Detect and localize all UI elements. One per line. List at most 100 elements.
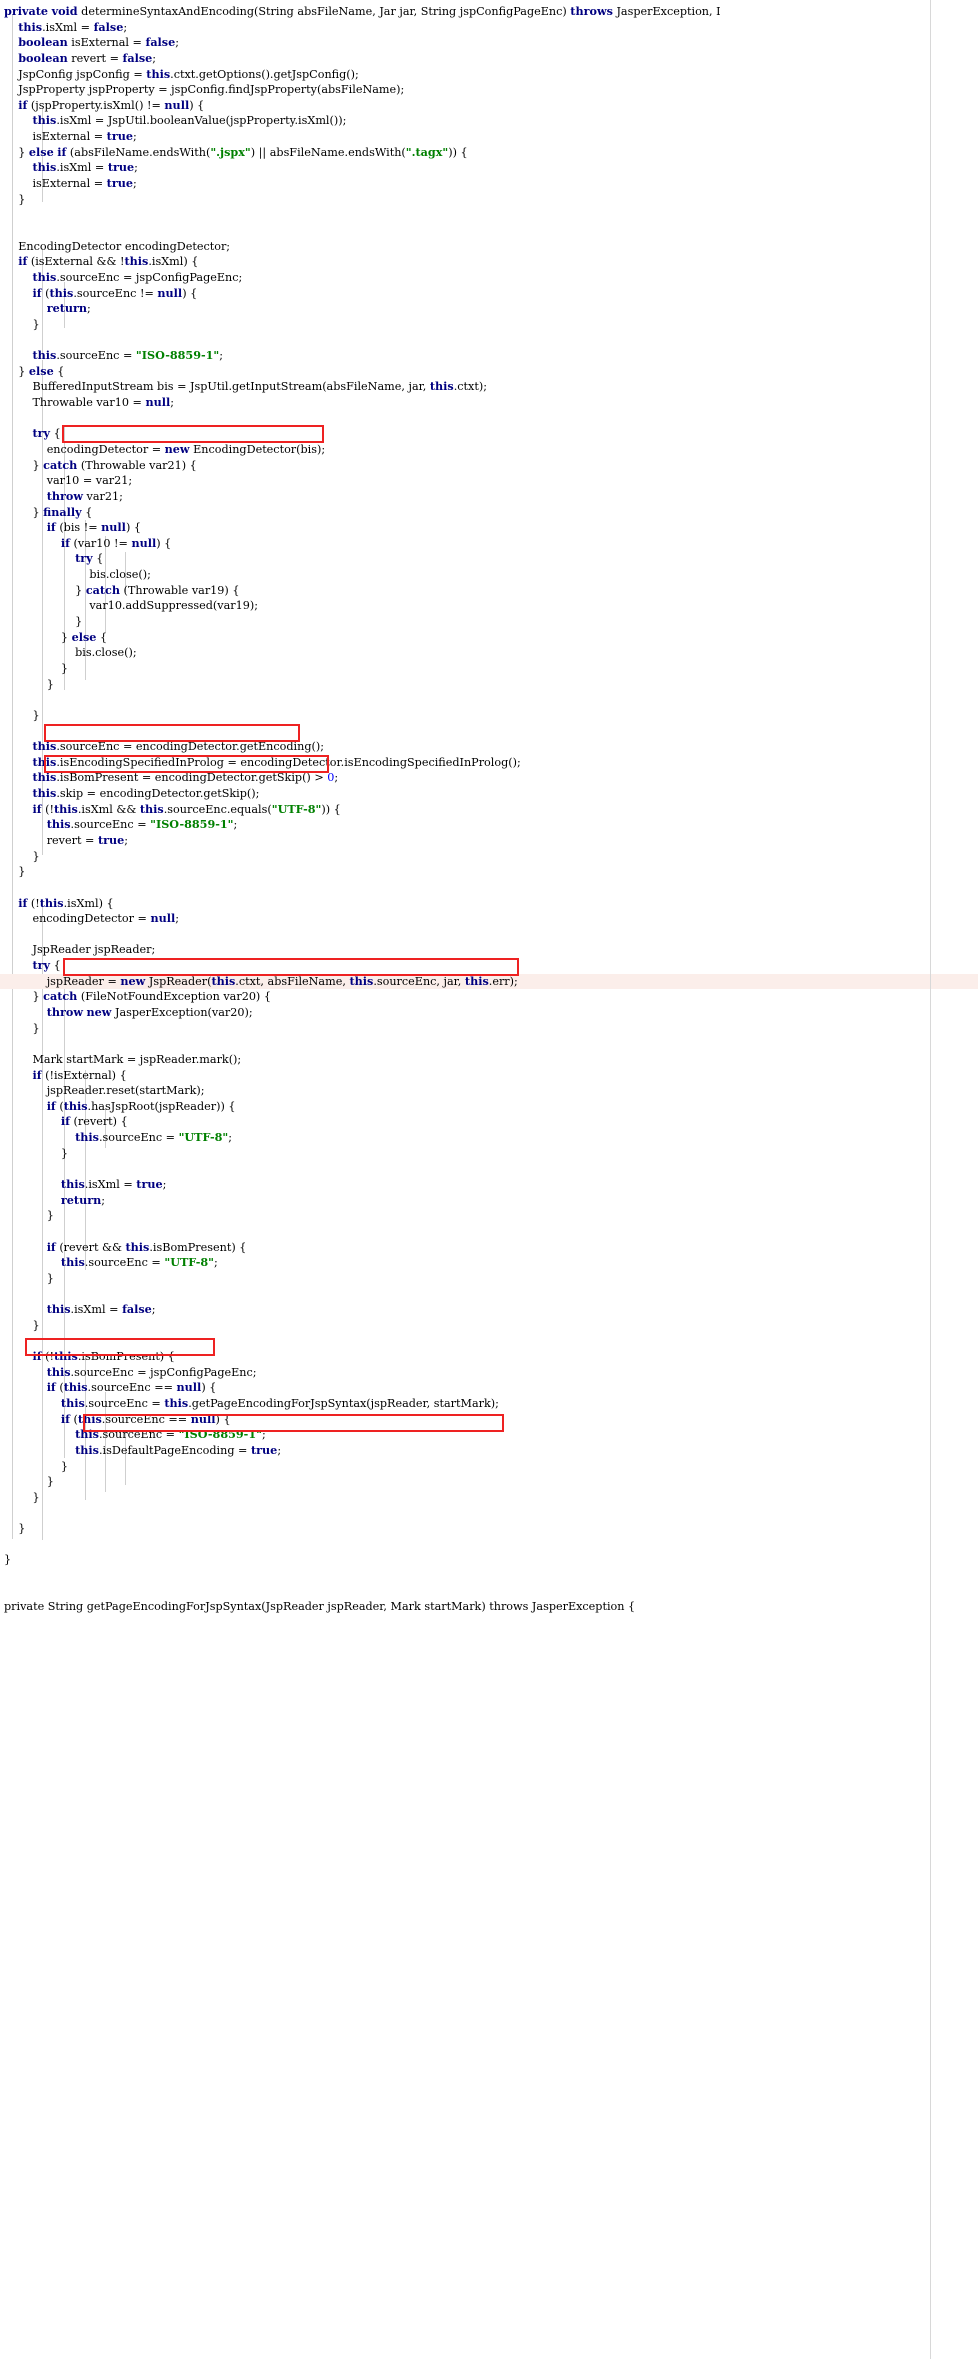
code-line[interactable] — [0, 1224, 978, 1240]
code-line[interactable]: this.sourceEnc = "UTF-8"; — [0, 1255, 978, 1271]
code-line[interactable]: if (!this.isXml && this.sourceEnc.equals… — [0, 802, 978, 818]
code-line[interactable] — [0, 1036, 978, 1052]
code-line[interactable] — [0, 207, 978, 223]
code-line[interactable] — [0, 1584, 978, 1600]
code-line[interactable]: encodingDetector = new EncodingDetector(… — [0, 442, 978, 458]
code-line[interactable]: } catch (FileNotFoundException var20) { — [0, 989, 978, 1005]
code-line[interactable]: try { — [0, 958, 978, 974]
code-line[interactable]: if (revert && this.isBomPresent) { — [0, 1240, 978, 1256]
code-line[interactable]: if (this.sourceEnc == null) { — [0, 1412, 978, 1428]
code-line[interactable]: } finally { — [0, 505, 978, 521]
code-line[interactable]: } else if (absFileName.endsWith(".jspx")… — [0, 145, 978, 161]
code-line[interactable]: JspProperty jspProperty = jspConfig.find… — [0, 82, 978, 98]
code-line[interactable]: bis.close(); — [0, 567, 978, 583]
code-block[interactable]: private void determineSyntaxAndEncoding(… — [0, 0, 978, 1615]
code-line[interactable]: } — [0, 1021, 978, 1037]
code-line[interactable]: } — [0, 614, 978, 630]
code-line[interactable]: try { — [0, 551, 978, 567]
code-line[interactable]: if (var10 != null) { — [0, 536, 978, 552]
code-line[interactable] — [0, 692, 978, 708]
code-line[interactable]: } — [0, 849, 978, 865]
code-line[interactable]: if (isExternal && !this.isXml) { — [0, 254, 978, 270]
code-line[interactable]: this.sourceEnc = "ISO-8859-1"; — [0, 348, 978, 364]
code-line[interactable] — [0, 1287, 978, 1303]
code-line[interactable]: JspConfig jspConfig = this.ctxt.getOptio… — [0, 67, 978, 83]
code-line[interactable]: if (!this.isXml) { — [0, 896, 978, 912]
code-line[interactable]: } — [0, 1474, 978, 1490]
code-line[interactable]: } — [0, 1271, 978, 1287]
code-line[interactable] — [0, 223, 978, 239]
code-line[interactable] — [0, 1506, 978, 1522]
code-line[interactable]: this.sourceEnc = "UTF-8"; — [0, 1130, 978, 1146]
code-line[interactable]: if (this.hasJspRoot(jspReader)) { — [0, 1099, 978, 1115]
code-line[interactable]: } — [0, 1208, 978, 1224]
code-line[interactable]: this.sourceEnc = encodingDetector.getEnc… — [0, 739, 978, 755]
code-line[interactable]: } catch (Throwable var19) { — [0, 583, 978, 599]
code-line[interactable]: this.sourceEnc = "ISO-8859-1"; — [0, 1427, 978, 1443]
code-line[interactable]: } — [0, 1490, 978, 1506]
code-line[interactable]: this.isXml = JspUtil.booleanValue(jspPro… — [0, 113, 978, 129]
code-line[interactable]: var10 = var21; — [0, 473, 978, 489]
code-line[interactable]: if (!isExternal) { — [0, 1068, 978, 1084]
code-line[interactable] — [0, 1537, 978, 1553]
code-line[interactable]: this.sourceEnc = "ISO-8859-1"; — [0, 817, 978, 833]
code-line[interactable]: throw var21; — [0, 489, 978, 505]
code-line[interactable]: this.isXml = false; — [0, 1302, 978, 1318]
code-line[interactable] — [0, 1568, 978, 1584]
code-line[interactable]: if (this.sourceEnc != null) { — [0, 286, 978, 302]
code-line[interactable]: private String getPageEncodingForJspSynt… — [0, 1599, 978, 1615]
code-line[interactable]: if (jspProperty.isXml() != null) { — [0, 98, 978, 114]
code-line[interactable]: } catch (Throwable var21) { — [0, 458, 978, 474]
code-line[interactable]: this.isEncodingSpecifiedInProlog = encod… — [0, 755, 978, 771]
code-line[interactable]: if (bis != null) { — [0, 520, 978, 536]
code-line[interactable]: isExternal = true; — [0, 129, 978, 145]
code-line[interactable]: this.sourceEnc = jspConfigPageEnc; — [0, 1365, 978, 1381]
code-line[interactable]: isExternal = true; — [0, 176, 978, 192]
code-line[interactable]: BufferedInputStream bis = JspUtil.getInp… — [0, 379, 978, 395]
code-line[interactable]: } — [0, 1459, 978, 1475]
code-line[interactable]: } — [0, 1146, 978, 1162]
code-line[interactable]: return; — [0, 1193, 978, 1209]
code-line[interactable]: } — [0, 677, 978, 693]
code-line[interactable]: boolean isExternal = false; — [0, 35, 978, 51]
code-line[interactable] — [0, 332, 978, 348]
code-line[interactable] — [0, 411, 978, 427]
code-line[interactable]: } — [0, 864, 978, 880]
code-line[interactable]: jspReader.reset(startMark); — [0, 1083, 978, 1099]
code-line[interactable]: Mark startMark = jspReader.mark(); — [0, 1052, 978, 1068]
code-line[interactable]: } — [0, 192, 978, 208]
code-line[interactable]: this.sourceEnc = jspConfigPageEnc; — [0, 270, 978, 286]
code-line[interactable]: if (revert) { — [0, 1114, 978, 1130]
code-line[interactable]: jspReader = new JspReader(this.ctxt, abs… — [0, 973, 978, 990]
code-line[interactable] — [0, 927, 978, 943]
code-line[interactable]: JspReader jspReader; — [0, 942, 978, 958]
code-line[interactable]: this.isXml = true; — [0, 1177, 978, 1193]
code-line[interactable] — [0, 880, 978, 896]
code-line[interactable]: this.skip = encodingDetector.getSkip(); — [0, 786, 978, 802]
code-line[interactable]: boolean revert = false; — [0, 51, 978, 67]
code-line[interactable]: var10.addSuppressed(var19); — [0, 598, 978, 614]
code-line[interactable]: encodingDetector = null; — [0, 911, 978, 927]
code-line[interactable]: } else { — [0, 364, 978, 380]
code-line[interactable] — [0, 1333, 978, 1349]
code-line[interactable]: } — [0, 1318, 978, 1334]
code-line[interactable]: revert = true; — [0, 833, 978, 849]
code-line[interactable]: } — [0, 317, 978, 333]
code-line[interactable]: if (!this.isBomPresent) { — [0, 1349, 978, 1365]
code-line[interactable] — [0, 723, 978, 739]
code-line[interactable]: this.sourceEnc = this.getPageEncodingFor… — [0, 1396, 978, 1412]
code-line[interactable]: this.isXml = true; — [0, 160, 978, 176]
code-line[interactable]: } — [0, 661, 978, 677]
code-line[interactable]: try { — [0, 426, 978, 442]
code-line[interactable]: bis.close(); — [0, 645, 978, 661]
code-line[interactable]: return; — [0, 301, 978, 317]
code-line[interactable]: } — [0, 708, 978, 724]
code-line[interactable]: } — [0, 1552, 978, 1568]
code-line[interactable]: this.isDefaultPageEncoding = true; — [0, 1443, 978, 1459]
code-line[interactable] — [0, 1161, 978, 1177]
code-line[interactable]: this.isXml = false; — [0, 20, 978, 36]
code-line[interactable]: throw new JasperException(var20); — [0, 1005, 978, 1021]
code-line[interactable]: this.isBomPresent = encodingDetector.get… — [0, 770, 978, 786]
code-line[interactable]: private void determineSyntaxAndEncoding(… — [0, 4, 978, 20]
code-line[interactable]: } — [0, 1521, 978, 1537]
